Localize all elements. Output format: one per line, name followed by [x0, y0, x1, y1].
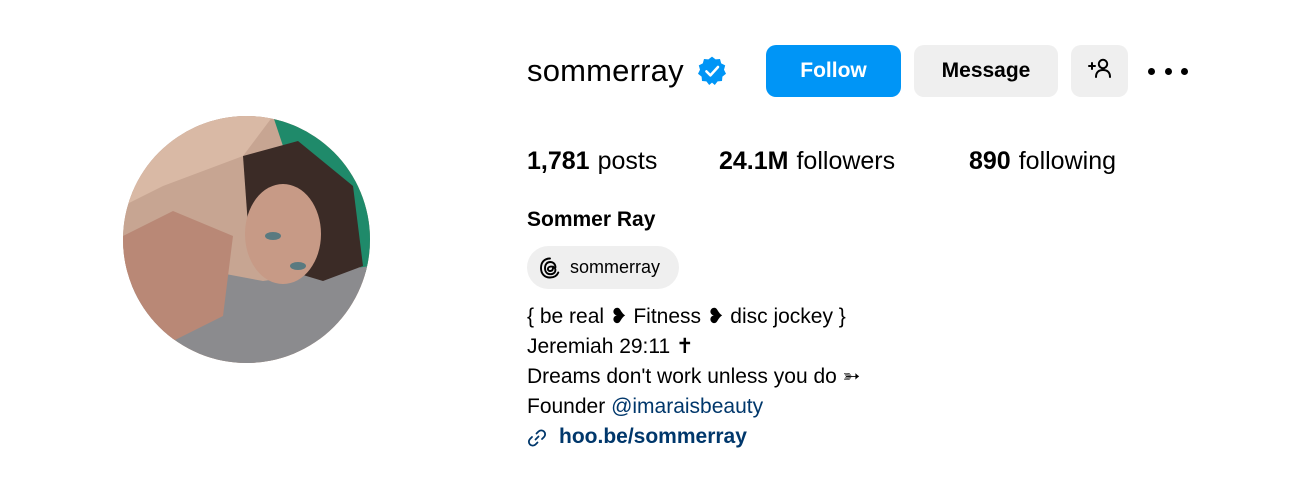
link-icon — [527, 427, 547, 447]
bio-line: Dreams don't work unless you do ➳ — [527, 365, 861, 388]
posts-stat: 1,781 posts — [527, 147, 657, 176]
more-dot — [1181, 67, 1188, 75]
followers-stat[interactable]: 24.1M followers — [719, 147, 895, 176]
more-options-icon[interactable] — [1148, 58, 1188, 84]
message-button[interactable]: Message — [914, 45, 1058, 97]
add-user-icon — [1087, 57, 1113, 85]
profile-username: sommerray — [527, 53, 684, 88]
following-count: 890 — [969, 146, 1011, 175]
bio-line: Jeremiah 29:11 ✝ — [527, 335, 694, 358]
followers-count: 24.1M — [719, 146, 789, 175]
username-row: sommerray — [527, 44, 728, 98]
suggested-users-button[interactable] — [1071, 45, 1128, 97]
following-stat[interactable]: 890 following — [969, 147, 1116, 176]
bio-website-row: hoo.be/sommerray — [527, 422, 860, 452]
profile-avatar[interactable] — [123, 116, 370, 363]
following-label: following — [1018, 146, 1116, 175]
bio-mention-link[interactable]: @imaraisbeauty — [611, 395, 763, 418]
threads-icon — [538, 256, 562, 280]
posts-label: posts — [597, 146, 658, 175]
threads-link-button[interactable]: sommerray — [527, 246, 679, 289]
bio-website-link[interactable]: hoo.be/sommerray — [559, 422, 747, 452]
threads-handle: sommerray — [570, 257, 661, 277]
bio-founder-line: Founder @imaraisbeauty — [527, 392, 860, 422]
profile-full-name: Sommer Ray — [527, 208, 656, 231]
posts-count: 1,781 — [527, 146, 590, 175]
followers-label: followers — [796, 146, 896, 175]
verified-badge-icon — [696, 55, 728, 87]
follow-button[interactable]: Follow — [766, 45, 901, 97]
bio-line: { be real ❥ Fitness ❥ disc jockey } — [527, 305, 846, 328]
more-dot — [1148, 67, 1155, 75]
bio-founder-prefix: Founder — [527, 395, 612, 418]
avatar-photo — [123, 116, 370, 363]
more-dot — [1164, 67, 1172, 75]
profile-bio: { be real ❥ Fitness ❥ disc jockey } Jere… — [527, 302, 860, 452]
